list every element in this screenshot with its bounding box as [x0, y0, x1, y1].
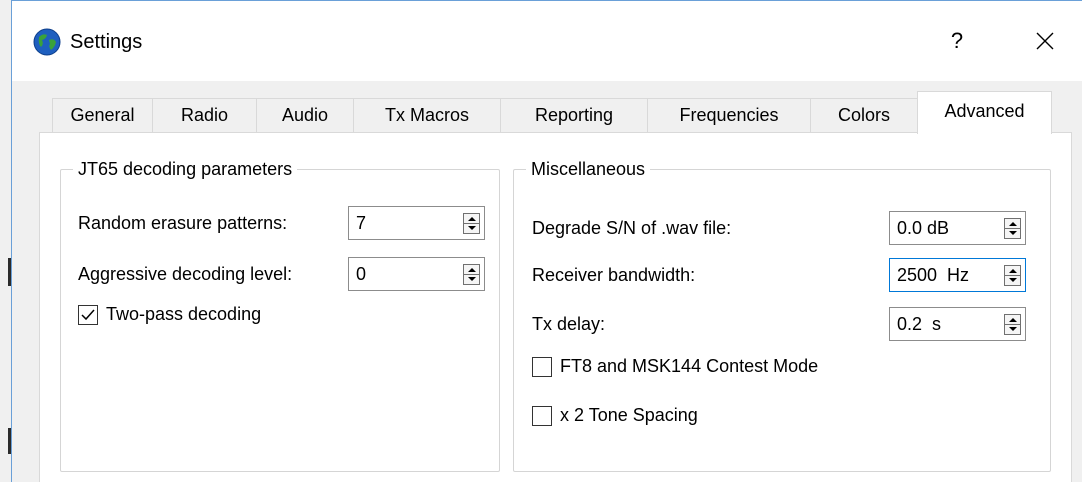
help-button[interactable]: ?: [934, 21, 980, 61]
close-icon: [1036, 32, 1054, 50]
settings-dialog: Settings ? General Radio Audio Tx Macros…: [11, 0, 1082, 482]
dialog-body: General Radio Audio Tx Macros Reporting …: [12, 81, 1082, 482]
random-erasure-value: 7: [356, 213, 367, 233]
jt65-group-title: JT65 decoding parameters: [73, 157, 298, 181]
spin-down-icon[interactable]: [1005, 325, 1020, 335]
aggressive-level-value: 0: [356, 264, 367, 284]
tab-audio[interactable]: Audio: [256, 98, 354, 133]
spin-down-icon[interactable]: [464, 224, 479, 234]
tab-frequencies[interactable]: Frequencies: [647, 98, 811, 133]
window-title: Settings: [70, 31, 143, 53]
tab-radio[interactable]: Radio: [152, 98, 257, 133]
tone-spacing-checkbox[interactable]: x 2 Tone Spacing: [532, 405, 698, 426]
globe-app-icon: [33, 28, 61, 56]
aggressive-level-spinbox[interactable]: 0: [348, 257, 485, 291]
tab-reporting[interactable]: Reporting: [500, 98, 648, 133]
spin-arrows[interactable]: [463, 264, 480, 285]
close-button[interactable]: [1022, 21, 1068, 61]
spin-up-icon[interactable]: [464, 214, 479, 224]
spin-arrows[interactable]: [1004, 218, 1021, 239]
spin-down-icon[interactable]: [1005, 276, 1020, 286]
contest-mode-label: FT8 and MSK144 Contest Mode: [560, 356, 819, 376]
spin-up-icon[interactable]: [464, 265, 479, 275]
random-erasure-spinbox[interactable]: 7: [348, 206, 485, 240]
rx-bandwidth-spinbox[interactable]: 2500 Hz: [889, 258, 1026, 292]
rx-bandwidth-value: 2500 Hz: [897, 265, 970, 285]
misc-group-title: Miscellaneous: [526, 157, 651, 181]
tab-advanced[interactable]: Advanced: [917, 91, 1052, 134]
spin-down-icon[interactable]: [464, 275, 479, 285]
checkmark-icon: [81, 309, 95, 320]
tab-general[interactable]: General: [52, 98, 153, 133]
background-window-edge: [0, 0, 11, 482]
checkbox-box[interactable]: [532, 356, 552, 377]
title-bar[interactable]: Settings ?: [12, 1, 1082, 81]
tx-delay-value: 0.2 s: [897, 314, 942, 334]
spin-arrows[interactable]: [1004, 314, 1021, 335]
rx-bandwidth-label: Receiver bandwidth:: [532, 265, 696, 285]
tx-delay-spinbox[interactable]: 0.2 s: [889, 307, 1026, 341]
contest-mode-checkbox[interactable]: FT8 and MSK144 Contest Mode: [532, 356, 818, 377]
jt65-group: JT65 decoding parameters Random erasure …: [60, 157, 500, 472]
tab-bar: General Radio Audio Tx Macros Reporting …: [52, 91, 1072, 134]
degrade-sn-spinbox[interactable]: 0.0 dB: [889, 211, 1026, 245]
two-pass-label: Two-pass decoding: [106, 304, 262, 324]
tab-tx-macros[interactable]: Tx Macros: [353, 98, 501, 133]
tone-spacing-label: x 2 Tone Spacing: [560, 405, 698, 425]
spin-arrows[interactable]: [1004, 265, 1021, 286]
misc-group: Miscellaneous Degrade S/N of .wav file: …: [513, 157, 1051, 472]
tx-delay-label: Tx delay:: [532, 314, 606, 334]
spin-up-icon[interactable]: [1005, 315, 1020, 325]
degrade-sn-label: Degrade S/N of .wav file:: [532, 218, 732, 238]
checkbox-box[interactable]: [78, 304, 98, 325]
random-erasure-label: Random erasure patterns:: [78, 213, 288, 233]
aggressive-level-label: Aggressive decoding level:: [78, 264, 293, 284]
spin-up-icon[interactable]: [1005, 266, 1020, 276]
spin-up-icon[interactable]: [1005, 219, 1020, 229]
spin-arrows[interactable]: [463, 213, 480, 234]
degrade-sn-value: 0.0 dB: [897, 218, 950, 238]
two-pass-checkbox[interactable]: Two-pass decoding: [78, 304, 261, 325]
checkbox-box[interactable]: [532, 405, 552, 426]
tab-colors[interactable]: Colors: [810, 98, 918, 133]
advanced-tab-page: JT65 decoding parameters Random erasure …: [39, 132, 1072, 482]
spin-down-icon[interactable]: [1005, 229, 1020, 239]
